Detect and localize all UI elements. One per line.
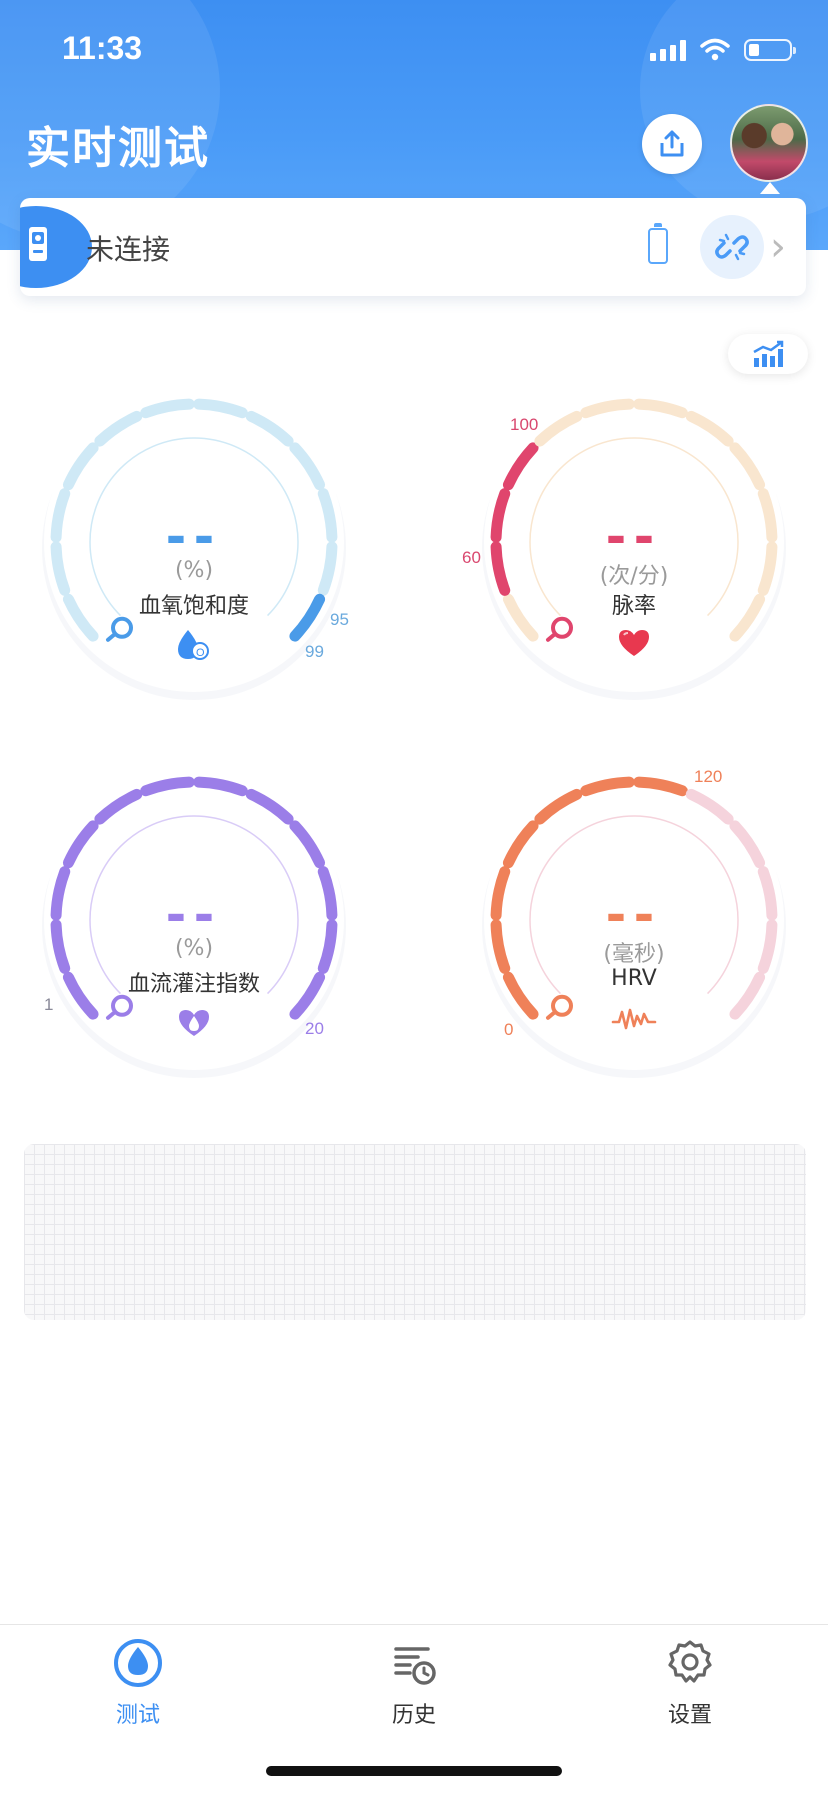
waveform-icon bbox=[611, 1008, 657, 1030]
status-time: 11:33 bbox=[62, 30, 143, 66]
oxygen-drop-icon: O bbox=[178, 630, 209, 660]
device-connection-card[interactable]: 未连接 › bbox=[20, 198, 806, 296]
pi-unit: (%) bbox=[174, 936, 214, 961]
pi-tick-a: 1 bbox=[44, 995, 54, 1014]
page-title: 实时测试 bbox=[26, 123, 210, 174]
pulse-label: 脉率 bbox=[611, 594, 656, 619]
gear-icon bbox=[668, 1640, 712, 1683]
connection-status: 未连接 bbox=[86, 233, 171, 266]
user-avatar[interactable] bbox=[730, 104, 808, 182]
trend-chart-button[interactable] bbox=[728, 334, 808, 374]
share-icon bbox=[660, 130, 684, 157]
heart-icon bbox=[619, 630, 649, 656]
hrv-tick-a: 120 bbox=[694, 767, 723, 786]
spo2-tick-b: 99 bbox=[305, 642, 324, 661]
spo2-tick-a: 95 bbox=[330, 610, 349, 629]
cellular-signal-icon bbox=[650, 39, 686, 61]
tab-test[interactable]: 测试 bbox=[58, 1637, 218, 1729]
connect-button[interactable] bbox=[700, 215, 764, 279]
hrv-label: HRV bbox=[611, 966, 657, 991]
heart-drop-icon bbox=[179, 1010, 209, 1036]
tab-history-label: 历史 bbox=[391, 1703, 436, 1728]
home-indicator bbox=[266, 1766, 562, 1776]
pi-label: 血流灌注指数 bbox=[127, 972, 260, 997]
spo2-label: 血氧饱和度 bbox=[138, 594, 249, 619]
pulse-tick-a: 100 bbox=[510, 415, 539, 434]
wifi-icon bbox=[700, 38, 730, 61]
avatar-caret-icon bbox=[760, 182, 780, 194]
device-battery-icon bbox=[648, 223, 668, 264]
waveform-grid bbox=[24, 1144, 806, 1320]
share-button[interactable] bbox=[642, 114, 702, 174]
oximeter-device-icon bbox=[29, 227, 47, 261]
hrv-gauge: -- (毫秒) HRV bbox=[474, 760, 794, 1080]
battery-icon bbox=[744, 39, 796, 61]
pi-tick-b: 20 bbox=[305, 1019, 324, 1038]
pulse-unit: (次/分) bbox=[599, 564, 669, 589]
tab-settings-label: 设置 bbox=[667, 1703, 712, 1728]
broken-link-icon bbox=[715, 233, 749, 261]
svg-text:O: O bbox=[196, 647, 205, 659]
status-icons bbox=[650, 32, 796, 68]
tab-history[interactable]: 历史 bbox=[334, 1637, 494, 1729]
tab-settings[interactable]: 设置 bbox=[610, 1637, 770, 1729]
spo2-unit: (%) bbox=[174, 558, 214, 583]
history-list-icon bbox=[394, 1647, 436, 1685]
hrv-tick-b: 0 bbox=[504, 1020, 514, 1039]
tab-test-label: 测试 bbox=[115, 1703, 160, 1728]
bar-chart-icon bbox=[753, 340, 784, 367]
test-drop-icon bbox=[114, 1639, 162, 1687]
pulse-tick-b: 60 bbox=[462, 548, 481, 567]
chevron-right-icon: › bbox=[770, 224, 786, 270]
hrv-unit: (毫秒) bbox=[603, 942, 665, 967]
